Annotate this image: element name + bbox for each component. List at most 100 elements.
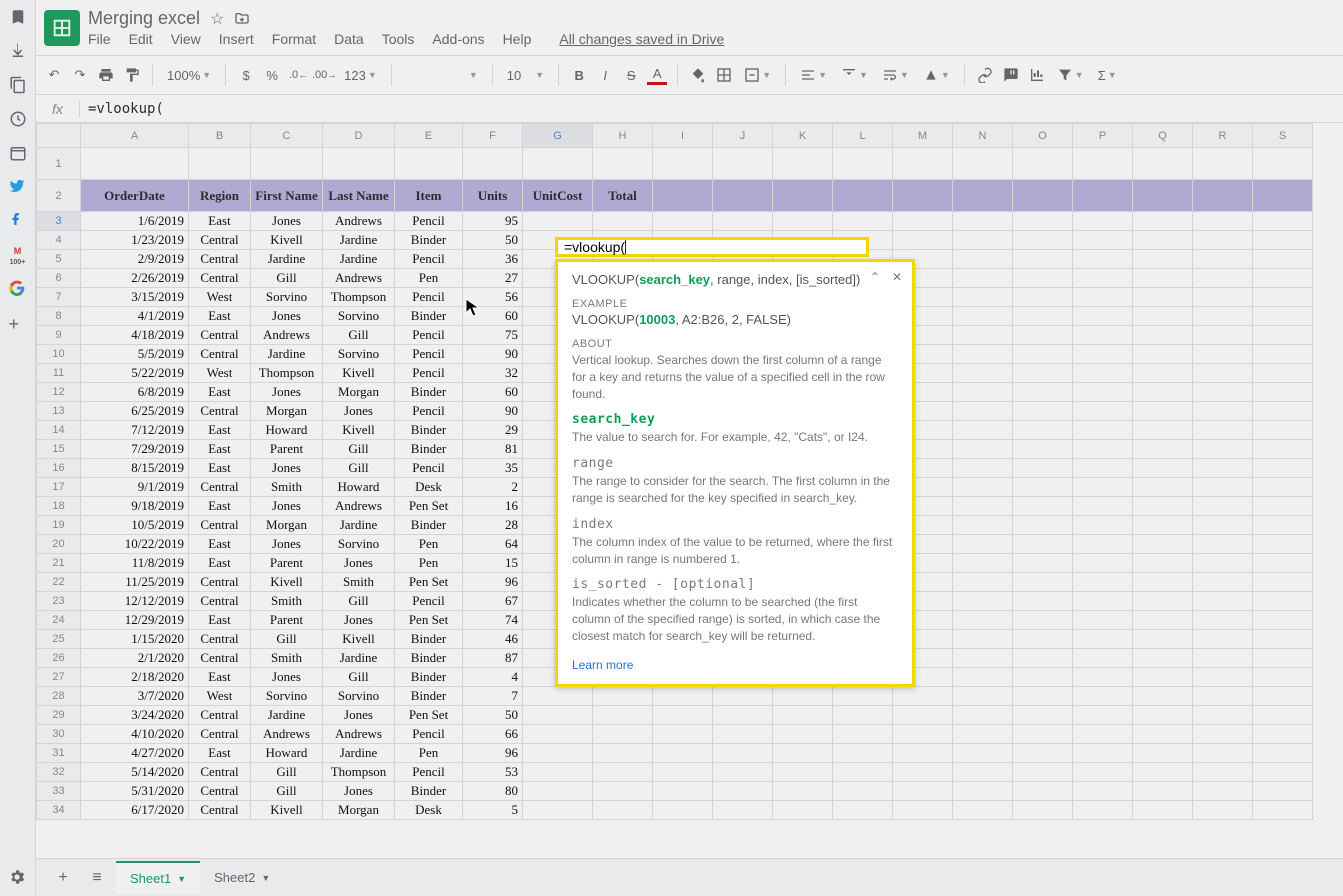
- cell-D3[interactable]: Andrews: [323, 212, 395, 231]
- cell-A3[interactable]: 1/6/2019: [81, 212, 189, 231]
- formula-input[interactable]: =vlookup(: [80, 101, 1343, 117]
- row-header-25[interactable]: 25: [37, 630, 81, 649]
- cell-E10[interactable]: Pencil: [395, 345, 463, 364]
- fill-color-icon[interactable]: [688, 65, 708, 85]
- cell-Q1[interactable]: [1133, 148, 1193, 180]
- cell-B10[interactable]: Central: [189, 345, 251, 364]
- cell-E25[interactable]: Binder: [395, 630, 463, 649]
- cell-R15[interactable]: [1193, 440, 1253, 459]
- cell-H28[interactable]: [593, 687, 653, 706]
- cell-O3[interactable]: [1013, 212, 1073, 231]
- cell-F23[interactable]: 67: [463, 592, 523, 611]
- cell-N33[interactable]: [953, 782, 1013, 801]
- cell-A32[interactable]: 5/14/2020: [81, 763, 189, 782]
- column-header-N[interactable]: N: [953, 124, 1013, 148]
- cell-O18[interactable]: [1013, 497, 1073, 516]
- cell-F8[interactable]: 60: [463, 307, 523, 326]
- cell-F25[interactable]: 46: [463, 630, 523, 649]
- cell-E12[interactable]: Binder: [395, 383, 463, 402]
- cell-C2[interactable]: First Name: [251, 180, 323, 212]
- cell-D31[interactable]: Jardine: [323, 744, 395, 763]
- cell-R24[interactable]: [1193, 611, 1253, 630]
- cell-A23[interactable]: 12/12/2019: [81, 592, 189, 611]
- cell-Q26[interactable]: [1133, 649, 1193, 668]
- cell-A21[interactable]: 11/8/2019: [81, 554, 189, 573]
- cell-P12[interactable]: [1073, 383, 1133, 402]
- row-header-27[interactable]: 27: [37, 668, 81, 687]
- font-size-dropdown[interactable]: 10▼: [503, 66, 548, 85]
- cell-P31[interactable]: [1073, 744, 1133, 763]
- cell-F21[interactable]: 15: [463, 554, 523, 573]
- text-color-icon[interactable]: A: [647, 65, 667, 85]
- cell-B29[interactable]: Central: [189, 706, 251, 725]
- cell-D9[interactable]: Gill: [323, 326, 395, 345]
- cell-P13[interactable]: [1073, 402, 1133, 421]
- cell-D27[interactable]: Gill: [323, 668, 395, 687]
- cell-K2[interactable]: [773, 180, 833, 212]
- cell-L30[interactable]: [833, 725, 893, 744]
- row-header-14[interactable]: 14: [37, 421, 81, 440]
- cell-O17[interactable]: [1013, 478, 1073, 497]
- cell-P1[interactable]: [1073, 148, 1133, 180]
- cell-R20[interactable]: [1193, 535, 1253, 554]
- add-sheet-button[interactable]: +: [48, 863, 78, 893]
- cell-N29[interactable]: [953, 706, 1013, 725]
- cell-A33[interactable]: 5/31/2020: [81, 782, 189, 801]
- font-dropdown[interactable]: ▼: [402, 68, 482, 82]
- row-header-24[interactable]: 24: [37, 611, 81, 630]
- cell-G29[interactable]: [523, 706, 593, 725]
- cell-Q5[interactable]: [1133, 250, 1193, 269]
- borders-icon[interactable]: [714, 65, 734, 85]
- cell-A8[interactable]: 4/1/2019: [81, 307, 189, 326]
- cell-M33[interactable]: [893, 782, 953, 801]
- zoom-dropdown[interactable]: 100%▼: [163, 66, 215, 85]
- cell-I32[interactable]: [653, 763, 713, 782]
- sheets-doc-icon[interactable]: [44, 10, 80, 46]
- cell-G2[interactable]: UnitCost: [523, 180, 593, 212]
- cell-P17[interactable]: [1073, 478, 1133, 497]
- cell-E29[interactable]: Pen Set: [395, 706, 463, 725]
- cell-Q24[interactable]: [1133, 611, 1193, 630]
- cell-A25[interactable]: 1/15/2020: [81, 630, 189, 649]
- cell-F31[interactable]: 96: [463, 744, 523, 763]
- cell-S18[interactable]: [1253, 497, 1313, 516]
- cell-F19[interactable]: 28: [463, 516, 523, 535]
- cell-J2[interactable]: [713, 180, 773, 212]
- cell-N5[interactable]: [953, 250, 1013, 269]
- cell-Q28[interactable]: [1133, 687, 1193, 706]
- row-header-31[interactable]: 31: [37, 744, 81, 763]
- cell-R21[interactable]: [1193, 554, 1253, 573]
- cell-H3[interactable]: [593, 212, 653, 231]
- column-header-R[interactable]: R: [1193, 124, 1253, 148]
- cell-P32[interactable]: [1073, 763, 1133, 782]
- cell-C21[interactable]: Parent: [251, 554, 323, 573]
- cell-E4[interactable]: Binder: [395, 231, 463, 250]
- h-align-icon[interactable]: ▼: [796, 65, 831, 85]
- cell-E8[interactable]: Binder: [395, 307, 463, 326]
- cell-A4[interactable]: 1/23/2019: [81, 231, 189, 250]
- cell-C3[interactable]: Jones: [251, 212, 323, 231]
- cell-C23[interactable]: Smith: [251, 592, 323, 611]
- cell-B16[interactable]: East: [189, 459, 251, 478]
- row-header-22[interactable]: 22: [37, 573, 81, 592]
- cell-R13[interactable]: [1193, 402, 1253, 421]
- row-header-23[interactable]: 23: [37, 592, 81, 611]
- cell-N18[interactable]: [953, 497, 1013, 516]
- cell-Q16[interactable]: [1133, 459, 1193, 478]
- cell-Q34[interactable]: [1133, 801, 1193, 820]
- cell-O12[interactable]: [1013, 383, 1073, 402]
- cell-C10[interactable]: Jardine: [251, 345, 323, 364]
- cell-E21[interactable]: Pen: [395, 554, 463, 573]
- close-icon[interactable]: ✕: [892, 270, 902, 284]
- cell-F28[interactable]: 7: [463, 687, 523, 706]
- cell-N10[interactable]: [953, 345, 1013, 364]
- cell-Q6[interactable]: [1133, 269, 1193, 288]
- cell-S16[interactable]: [1253, 459, 1313, 478]
- cell-P10[interactable]: [1073, 345, 1133, 364]
- cell-A5[interactable]: 2/9/2019: [81, 250, 189, 269]
- row-header-19[interactable]: 19: [37, 516, 81, 535]
- cell-B32[interactable]: Central: [189, 763, 251, 782]
- cell-S24[interactable]: [1253, 611, 1313, 630]
- menu-data[interactable]: Data: [334, 31, 364, 47]
- cell-R27[interactable]: [1193, 668, 1253, 687]
